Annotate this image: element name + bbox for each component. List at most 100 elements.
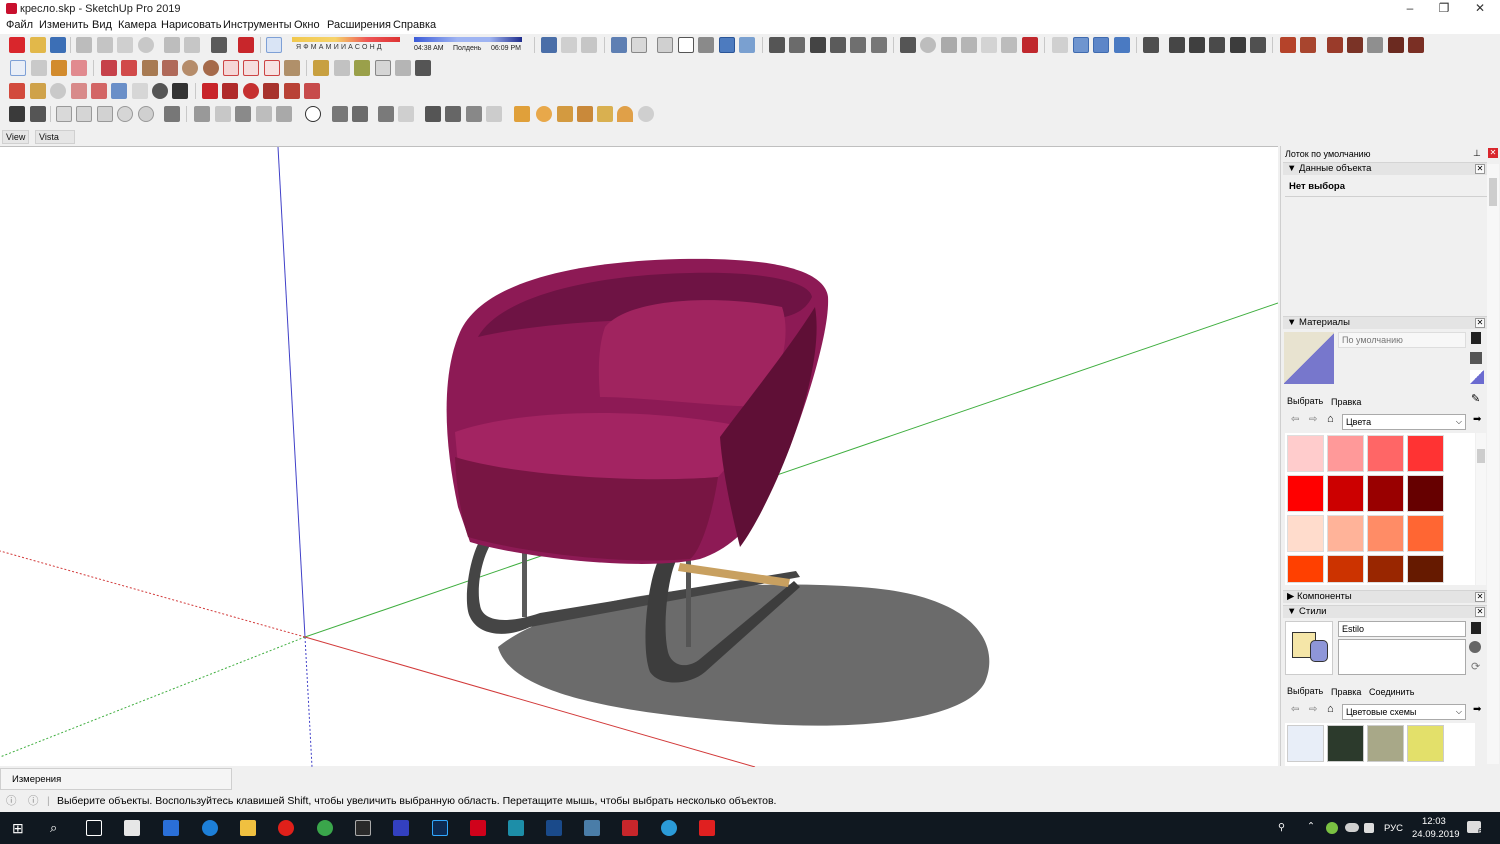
smoove-icon[interactable] bbox=[1327, 37, 1343, 53]
trees-icon[interactable] bbox=[256, 106, 272, 122]
color-swatch[interactable] bbox=[1327, 435, 1364, 472]
color-swatch[interactable] bbox=[1407, 515, 1444, 552]
copy-icon[interactable] bbox=[97, 37, 113, 53]
two-point-perspective-icon[interactable] bbox=[1114, 37, 1130, 53]
components-header[interactable]: ▶ Компоненты ✕ bbox=[1283, 590, 1487, 603]
flip-edge-icon[interactable] bbox=[1408, 37, 1424, 53]
redo-icon[interactable] bbox=[184, 37, 200, 53]
back-view-icon[interactable] bbox=[850, 37, 866, 53]
color-swatch[interactable] bbox=[1327, 555, 1364, 583]
lock-icon[interactable] bbox=[486, 106, 502, 122]
section-plane-icon[interactable] bbox=[541, 37, 557, 53]
ruby-console-icon[interactable] bbox=[1022, 37, 1038, 53]
model-viewport[interactable] bbox=[0, 146, 1279, 768]
get-models-icon[interactable] bbox=[941, 37, 957, 53]
style-lock-icon[interactable] bbox=[1471, 622, 1481, 634]
tape-measure-icon[interactable] bbox=[313, 60, 329, 76]
push-pull-icon[interactable] bbox=[222, 83, 238, 99]
sketchup-taskbar-icon[interactable] bbox=[622, 820, 638, 836]
xray-icon[interactable] bbox=[611, 37, 627, 53]
offset-icon[interactable] bbox=[304, 83, 320, 99]
cut-icon[interactable] bbox=[76, 37, 92, 53]
app-icon-blue-a[interactable] bbox=[393, 820, 409, 836]
style-name-field[interactable]: Estilo bbox=[1338, 621, 1466, 637]
default-material-icon[interactable] bbox=[1470, 370, 1484, 384]
display-mode-2-icon[interactable] bbox=[76, 106, 92, 122]
undo-icon[interactable] bbox=[164, 37, 180, 53]
app-icon-teal[interactable] bbox=[508, 820, 524, 836]
onedrive-icon[interactable] bbox=[1345, 823, 1359, 832]
follow-me-icon[interactable] bbox=[263, 83, 279, 99]
acrobat-icon[interactable] bbox=[470, 820, 486, 836]
styles-tab-select[interactable]: Выбрать bbox=[1287, 686, 1323, 696]
style-swatch-yellow[interactable] bbox=[1407, 725, 1444, 762]
style-swatch-white[interactable] bbox=[1287, 725, 1324, 762]
menu-help[interactable]: Справка bbox=[393, 19, 436, 31]
styles-library-select[interactable]: Цветовые схемы ⌵ bbox=[1342, 704, 1466, 720]
iso-view-icon[interactable] bbox=[769, 37, 785, 53]
solid-intersect-icon[interactable] bbox=[1230, 37, 1246, 53]
rectangle-icon[interactable] bbox=[142, 60, 158, 76]
orbit-mode-icon[interactable] bbox=[1052, 37, 1068, 53]
tray-scroll-thumb[interactable] bbox=[1489, 178, 1497, 206]
target-icon[interactable] bbox=[638, 106, 654, 122]
tray-close-icon[interactable]: ✕ bbox=[1488, 148, 1498, 158]
distribute-icon[interactable] bbox=[398, 106, 414, 122]
hidden-line-icon[interactable] bbox=[678, 37, 694, 53]
share-component-icon[interactable] bbox=[961, 37, 977, 53]
share-model-icon[interactable] bbox=[920, 37, 936, 53]
zoom-icon[interactable] bbox=[50, 83, 66, 99]
color-swatch[interactable] bbox=[1287, 475, 1324, 512]
photoshop-icon[interactable] bbox=[432, 820, 448, 836]
chevron-up-icon[interactable]: ⌃ bbox=[1307, 821, 1315, 832]
orbit-icon[interactable] bbox=[9, 83, 25, 99]
search-icon[interactable]: ⌕ bbox=[50, 820, 66, 836]
from-contours-icon[interactable] bbox=[1280, 37, 1296, 53]
style-swatch-dark[interactable] bbox=[1327, 725, 1364, 762]
help-info-icon[interactable]: ⓘ bbox=[28, 793, 39, 810]
chrome-browser-icon[interactable] bbox=[317, 820, 333, 836]
display-mode-1-icon[interactable] bbox=[56, 106, 72, 122]
color-swatch[interactable] bbox=[1407, 555, 1444, 583]
tray-scrollbar[interactable] bbox=[1487, 164, 1499, 764]
menu-tools[interactable]: Инструменты bbox=[223, 19, 292, 31]
parallel-projection-icon[interactable] bbox=[1093, 37, 1109, 53]
menu-window[interactable]: Окно bbox=[294, 19, 320, 31]
entity-info-header[interactable]: ▼ Данные объекта ✕ bbox=[1283, 162, 1487, 175]
styles-forward-arrow-icon[interactable]: ⇨ bbox=[1309, 704, 1317, 715]
paint-bucket-icon[interactable] bbox=[51, 60, 67, 76]
styles-header[interactable]: ▼ Стили ✕ bbox=[1283, 605, 1487, 618]
windows-start-icon[interactable]: ⊞ bbox=[12, 820, 28, 836]
position-camera-icon[interactable] bbox=[132, 83, 148, 99]
materials-tab-edit[interactable]: Правка bbox=[1331, 397, 1361, 407]
network-icon[interactable] bbox=[1364, 823, 1374, 833]
materials-header[interactable]: ▼ Материалы ✕ bbox=[1283, 316, 1487, 329]
window-frame-icon[interactable] bbox=[425, 106, 441, 122]
clock-time[interactable]: 12:03 bbox=[1422, 816, 1446, 827]
erase-selection-icon[interactable] bbox=[138, 37, 154, 53]
axis-tool-icon[interactable] bbox=[577, 106, 593, 122]
right-view-icon[interactable] bbox=[830, 37, 846, 53]
style-settings-icon[interactable] bbox=[164, 106, 180, 122]
person-icon[interactable]: ⚲ bbox=[1278, 822, 1285, 833]
update-style-icon[interactable]: ⟳ bbox=[1471, 660, 1480, 673]
print-icon[interactable] bbox=[211, 37, 227, 53]
select-arrow-icon[interactable] bbox=[10, 60, 26, 76]
box-view-icon[interactable] bbox=[215, 106, 231, 122]
solid-subtract-icon[interactable] bbox=[1189, 37, 1205, 53]
display-section-cuts-icon[interactable] bbox=[581, 37, 597, 53]
view-top-alt-icon[interactable] bbox=[194, 106, 210, 122]
color-swatch[interactable] bbox=[1287, 555, 1324, 583]
styles-tab-mix[interactable]: Соединить bbox=[1369, 687, 1414, 697]
details-arrow-icon[interactable]: ➡ bbox=[1473, 414, 1481, 425]
shaded-textures-icon[interactable] bbox=[719, 37, 735, 53]
minimize-button[interactable]: – bbox=[1392, 0, 1428, 18]
home-icon[interactable]: ⌂ bbox=[1327, 413, 1334, 425]
paste-icon[interactable] bbox=[117, 37, 133, 53]
wireframe-icon[interactable] bbox=[657, 37, 673, 53]
color-swatch[interactable] bbox=[1367, 515, 1404, 552]
window-double-icon[interactable] bbox=[445, 106, 461, 122]
rotated-rectangle-icon[interactable] bbox=[162, 60, 178, 76]
sun-icon[interactable] bbox=[536, 106, 552, 122]
geo-location-icon[interactable]: ⓘ bbox=[6, 793, 17, 810]
